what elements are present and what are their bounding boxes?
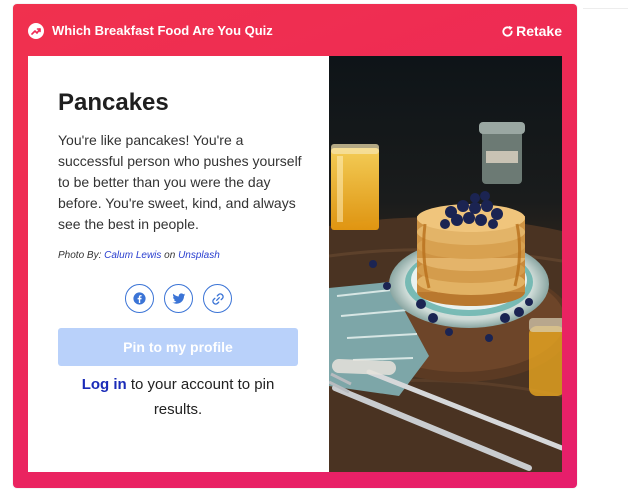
result-description: You're like pancakes! You're a successfu…: [58, 132, 302, 232]
login-suffix: to your account to pin results.: [126, 376, 275, 418]
copy-link-button[interactable]: [203, 284, 232, 313]
quiz-header: Which Breakfast Food Are You Quiz Retake: [13, 4, 577, 56]
pancakes-photo: [328, 56, 562, 472]
credit-author-link[interactable]: Calum Lewis: [104, 250, 161, 261]
result-content: Pancakes You're like pancakes! You're a …: [28, 56, 329, 472]
share-twitter-button[interactable]: [164, 284, 193, 313]
twitter-icon: [172, 292, 185, 304]
link-icon: [211, 292, 224, 305]
quiz-title: Which Breakfast Food Are You Quiz: [52, 23, 273, 38]
trending-icon: [28, 23, 44, 39]
credit-prefix: Photo By:: [58, 250, 105, 261]
page-background-strip: [583, 0, 628, 500]
result-photo: [328, 56, 562, 472]
facebook-icon: [133, 292, 146, 305]
retake-label: Retake: [516, 23, 562, 39]
login-link[interactable]: Log in: [82, 376, 127, 393]
photo-credit: Photo By: Calum Lewis on Unsplash: [58, 250, 220, 261]
retake-button[interactable]: Retake: [501, 23, 562, 39]
share-buttons: [125, 284, 232, 313]
result-title: Pancakes: [58, 89, 169, 116]
credit-middle: on: [161, 250, 179, 261]
login-prompt: Log in to your account to pin results.: [58, 372, 298, 422]
divider: [583, 8, 628, 9]
quiz-result-card: Which Breakfast Food Are You Quiz Retake…: [13, 4, 577, 488]
refresh-icon: [502, 25, 513, 37]
pin-to-profile-button[interactable]: Pin to my profile: [58, 328, 298, 366]
credit-source-link[interactable]: Unsplash: [178, 250, 220, 261]
share-facebook-button[interactable]: [125, 284, 154, 313]
result-panel: Pancakes You're like pancakes! You're a …: [28, 56, 562, 472]
